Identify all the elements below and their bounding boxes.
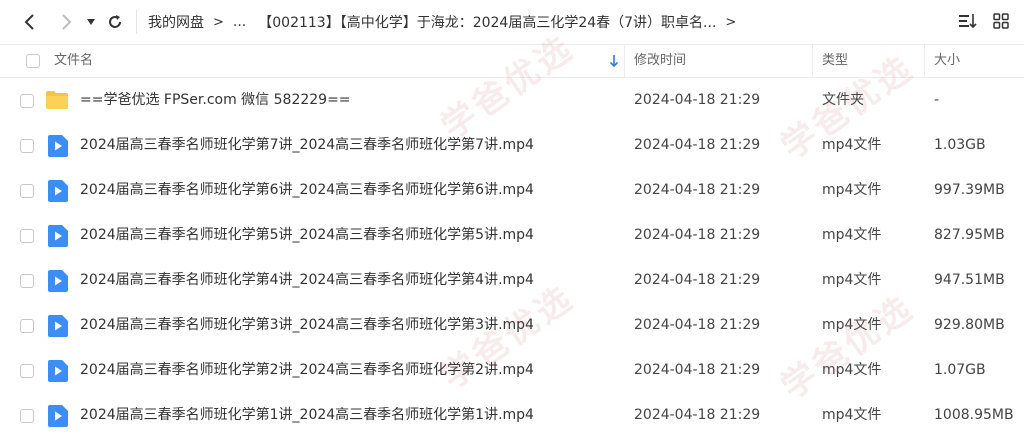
file-size: - [934, 92, 940, 108]
grid-view-button[interactable] [992, 12, 1010, 34]
video-file-icon [48, 405, 68, 427]
refresh-icon [109, 15, 121, 28]
file-size: 1.03GB [934, 137, 986, 153]
toolbar-divider [136, 10, 137, 34]
file-list-header: 文件名 修改时间 类型 大小 [0, 44, 1024, 78]
file-modified: 2024-04-18 21:29 [634, 362, 761, 378]
column-header-type[interactable]: 类型 [822, 45, 848, 77]
file-modified: 2024-04-18 21:29 [634, 317, 761, 333]
file-modified: 2024-04-18 21:29 [634, 227, 761, 243]
back-button[interactable] [18, 10, 42, 34]
table-row[interactable]: 2024届高三春季名师班化学第7讲_2024高三春季名师班化学第7讲.mp4 2… [0, 123, 1024, 168]
file-modified: 2024-04-18 21:29 [634, 407, 761, 423]
chevron-left-icon [24, 14, 34, 30]
file-name[interactable]: 2024届高三春季名师班化学第6讲_2024高三春季名师班化学第6讲.mp4 [80, 168, 534, 213]
folder-icon [46, 91, 68, 109]
video-file-icon [48, 180, 68, 202]
row-checkbox[interactable] [20, 364, 34, 378]
column-header-size[interactable]: 大小 [934, 45, 960, 77]
file-type: mp4文件 [822, 137, 882, 153]
sort-list-icon [959, 14, 977, 29]
row-checkbox[interactable] [20, 229, 34, 243]
column-header-modified[interactable]: 修改时间 [634, 45, 686, 77]
table-row[interactable]: 2024届高三春季名师班化学第5讲_2024高三春季名师班化学第5讲.mp4 2… [0, 213, 1024, 258]
sort-options-button[interactable] [958, 12, 978, 34]
breadcrumb: 我的网盘 > ... 【002113】【高中化学】于海龙：2024届高三化学24… [148, 0, 745, 44]
file-name[interactable]: ==学爸优选 FPSer.com 微信 582229== [80, 78, 351, 123]
column-divider[interactable] [812, 45, 813, 77]
forward-button[interactable] [54, 10, 78, 34]
file-name[interactable]: 2024届高三春季名师班化学第7讲_2024高三春季名师班化学第7讲.mp4 [80, 123, 534, 168]
column-divider[interactable] [624, 45, 625, 77]
table-row[interactable]: 2024届高三春季名师班化学第6讲_2024高三春季名师班化学第6讲.mp4 2… [0, 168, 1024, 213]
breadcrumb-ellipsis[interactable]: ... [233, 14, 246, 30]
table-row[interactable]: 2024届高三春季名师班化学第3讲_2024高三春季名师班化学第3讲.mp4 2… [0, 303, 1024, 348]
breadcrumb-current-folder[interactable]: 【002113】【高中化学】于海龙：2024届高三化学24春（7讲）职卓名... [258, 12, 716, 32]
file-modified: 2024-04-18 21:29 [634, 92, 761, 108]
table-row[interactable]: 2024届高三春季名师班化学第2讲_2024高三春季名师班化学第2讲.mp4 2… [0, 348, 1024, 393]
file-modified: 2024-04-18 21:29 [634, 272, 761, 288]
file-type: mp4文件 [822, 362, 882, 378]
video-file-icon [48, 135, 68, 157]
file-name[interactable]: 2024届高三春季名师班化学第1讲_2024高三春季名师班化学第1讲.mp4 [80, 393, 534, 438]
file-size: 1008.95MB [934, 407, 1014, 423]
file-size: 947.51MB [934, 272, 1005, 288]
toolbar: 我的网盘 > ... 【002113】【高中化学】于海龙：2024届高三化学24… [0, 0, 1024, 44]
file-type: mp4文件 [822, 272, 882, 288]
file-list: ==学爸优选 FPSer.com 微信 582229== 2024-04-18 … [0, 78, 1024, 438]
view-controls [958, 12, 1010, 34]
file-name[interactable]: 2024届高三春季名师班化学第4讲_2024高三春季名师班化学第4讲.mp4 [80, 258, 534, 303]
file-name[interactable]: 2024届高三春季名师班化学第2讲_2024高三春季名师班化学第2讲.mp4 [80, 348, 534, 393]
file-name[interactable]: 2024届高三春季名师班化学第5讲_2024高三春季名师班化学第5讲.mp4 [80, 213, 534, 258]
select-all-checkbox[interactable] [26, 54, 40, 68]
file-size: 827.95MB [934, 227, 1005, 243]
row-checkbox[interactable] [20, 319, 34, 333]
row-checkbox[interactable] [20, 409, 34, 423]
breadcrumb-separator: > [725, 14, 737, 30]
file-size: 1.07GB [934, 362, 986, 378]
caret-down-icon [87, 19, 95, 25]
breadcrumb-root[interactable]: 我的网盘 [148, 12, 204, 32]
file-type: mp4文件 [822, 407, 882, 423]
file-type: mp4文件 [822, 227, 882, 243]
refresh-button[interactable] [104, 10, 126, 34]
chevron-right-icon [62, 14, 72, 30]
table-row[interactable]: ==学爸优选 FPSer.com 微信 582229== 2024-04-18 … [0, 78, 1024, 123]
row-checkbox[interactable] [20, 139, 34, 153]
table-row[interactable]: 2024届高三春季名师班化学第1讲_2024高三春季名师班化学第1讲.mp4 2… [0, 393, 1024, 438]
grid-view-icon [993, 13, 1009, 29]
video-file-icon [48, 225, 68, 247]
file-size: 997.39MB [934, 182, 1005, 198]
file-type: 文件夹 [822, 92, 864, 108]
video-file-icon [48, 270, 68, 292]
row-checkbox[interactable] [20, 184, 34, 198]
row-checkbox[interactable] [20, 274, 34, 288]
file-name[interactable]: 2024届高三春季名师班化学第3讲_2024高三春季名师班化学第3讲.mp4 [80, 303, 534, 348]
sort-arrow-down-icon[interactable] [609, 54, 619, 68]
history-dropdown-button[interactable] [84, 10, 98, 34]
row-checkbox[interactable] [20, 94, 34, 108]
file-modified: 2024-04-18 21:29 [634, 182, 761, 198]
video-file-icon [48, 360, 68, 382]
column-header-name[interactable]: 文件名 [54, 45, 93, 77]
file-modified: 2024-04-18 21:29 [634, 137, 761, 153]
column-divider[interactable] [924, 45, 925, 77]
file-size: 929.80MB [934, 317, 1005, 333]
file-type: mp4文件 [822, 317, 882, 333]
video-file-icon [48, 315, 68, 337]
table-row[interactable]: 2024届高三春季名师班化学第4讲_2024高三春季名师班化学第4讲.mp4 2… [0, 258, 1024, 303]
breadcrumb-separator: > [213, 14, 224, 30]
file-type: mp4文件 [822, 182, 882, 198]
